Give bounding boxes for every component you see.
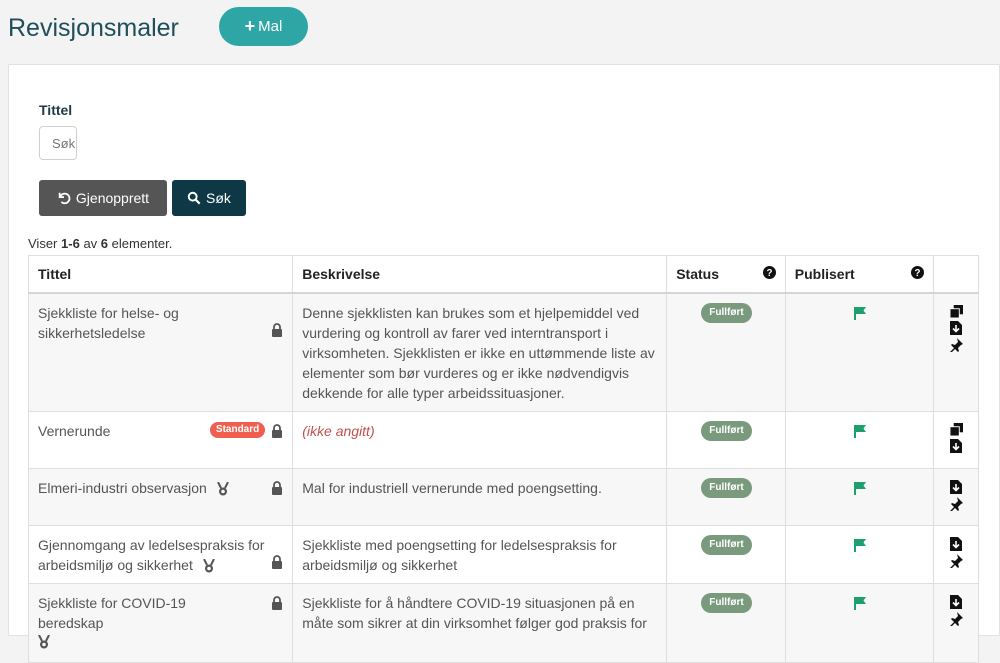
row-actions	[933, 525, 979, 584]
row-status-cell: Fullført	[666, 411, 786, 469]
lock-icon	[272, 555, 283, 569]
help-icon[interactable]: ?	[911, 266, 925, 279]
download-icon[interactable]	[950, 537, 963, 551]
medal-icon	[216, 482, 229, 496]
status-badge: Fullført	[700, 303, 752, 323]
row-actions	[933, 468, 979, 526]
page-title: Revisjonsmaler	[8, 14, 179, 42]
standard-badge: Standard	[209, 422, 266, 438]
status-badge: Fullført	[700, 535, 752, 555]
reset-button[interactable]: Gjenopprett	[39, 180, 167, 216]
row-actions	[933, 292, 979, 412]
row-title[interactable]: Sjekkliste for COVID-19 beredskap	[38, 595, 186, 631]
flag-icon	[853, 597, 866, 610]
download-icon[interactable]	[950, 439, 963, 453]
pin-icon[interactable]	[949, 612, 964, 626]
row-actions	[933, 411, 979, 469]
reset-label: Gjenopprett	[75, 190, 150, 206]
result-count: Viser 1-6 av 6 elementer.	[28, 236, 173, 251]
row-status-cell: Fullført	[666, 292, 786, 412]
medal-icon	[202, 559, 215, 573]
lock-icon	[272, 323, 283, 337]
table-row[interactable]: Vernerunde Standard (ikke angitt) Fullfø…	[27, 411, 979, 469]
pin-icon[interactable]	[949, 497, 964, 511]
templates-table: Tittel Beskrivelse Status ? Publisert ? …	[27, 255, 979, 663]
download-icon[interactable]	[950, 595, 963, 609]
row-actions	[933, 583, 979, 663]
row-title-cell: Sjekkliste for COVID-19 beredskap	[27, 583, 294, 663]
pin-icon[interactable]	[949, 554, 964, 568]
row-published-cell	[784, 411, 935, 469]
svg-text:?: ?	[766, 268, 772, 279]
row-title[interactable]: Gjennomgang av ledelsespraksis for arbei…	[38, 537, 264, 573]
column-title[interactable]: Tittel	[27, 255, 294, 294]
title-filter-label: Tittel	[39, 102, 73, 118]
row-description: (ikke angitt)	[292, 411, 668, 469]
row-title-cell: Sjekkliste for helse- og sikkerhetsledel…	[27, 292, 294, 412]
status-badge: Fullført	[700, 593, 752, 613]
table-row[interactable]: Sjekkliste for COVID-19 beredskap Sjekkl…	[27, 583, 979, 663]
row-title[interactable]: Elmeri-industri observasjon	[38, 480, 207, 496]
row-description: Sjekkliste med poengsetting for ledelses…	[292, 525, 668, 584]
row-title-cell: Vernerunde Standard	[27, 411, 294, 469]
row-title[interactable]: Vernerunde	[38, 423, 110, 439]
table-row[interactable]: Sjekkliste for helse- og sikkerhetsledel…	[27, 292, 979, 412]
search-label: Søk	[206, 190, 231, 206]
row-published-cell	[784, 292, 935, 412]
table-row[interactable]: Elmeri-industri observasjon Mal for indu…	[27, 468, 979, 526]
lock-icon	[272, 596, 283, 610]
status-badge: Fullført	[700, 421, 752, 441]
svg-text:?: ?	[915, 268, 921, 279]
row-title[interactable]: Sjekkliste for helse- og sikkerhetsledel…	[38, 305, 179, 341]
copy-icon[interactable]	[949, 423, 963, 436]
add-template-button[interactable]: + Mal	[219, 7, 308, 46]
search-icon	[187, 191, 201, 205]
row-published-cell	[784, 468, 935, 526]
content-panel: Tittel Gjenopprett Søk Viser 1-6 av 6 el…	[8, 64, 1000, 663]
help-icon[interactable]: ?	[762, 266, 776, 279]
download-icon[interactable]	[950, 480, 963, 494]
copy-icon[interactable]	[949, 305, 963, 318]
column-published[interactable]: Publisert ?	[784, 255, 935, 294]
status-badge: Fullført	[700, 478, 752, 498]
row-published-cell	[784, 583, 935, 663]
flag-icon	[853, 307, 866, 320]
pin-icon[interactable]	[949, 338, 964, 352]
lock-icon	[272, 424, 283, 438]
row-status-cell: Fullført	[666, 583, 786, 663]
row-status-cell: Fullført	[666, 468, 786, 526]
column-description[interactable]: Beskrivelse	[292, 255, 668, 294]
row-description: Sjekkliste for å håndtere COVID-19 situa…	[292, 583, 668, 663]
lock-icon	[272, 481, 283, 495]
row-title-cell: Gjennomgang av ledelsespraksis for arbei…	[27, 525, 294, 584]
flag-icon	[853, 482, 866, 495]
medal-icon	[38, 634, 50, 649]
top-bar: Revisjonsmaler + Mal	[0, 0, 1000, 64]
row-description: Denne sjekklisten kan brukes som et hjel…	[292, 292, 668, 412]
flag-icon	[853, 539, 866, 552]
search-button[interactable]: Søk	[172, 180, 246, 216]
column-actions	[933, 255, 979, 294]
plus-icon: +	[244, 16, 256, 36]
row-title-cell: Elmeri-industri observasjon	[27, 468, 294, 526]
undo-icon	[58, 192, 71, 205]
row-published-cell	[784, 525, 935, 584]
column-status[interactable]: Status ?	[666, 255, 786, 294]
table-row[interactable]: Gjennomgang av ledelsespraksis for arbei…	[27, 525, 979, 584]
flag-icon	[853, 425, 866, 438]
row-description: Mal for industriell vernerunde med poeng…	[292, 468, 668, 526]
add-template-label: Mal	[258, 18, 283, 35]
download-icon[interactable]	[950, 321, 963, 335]
title-filter-input[interactable]	[39, 126, 77, 160]
row-status-cell: Fullført	[666, 525, 786, 584]
table-header-row: Tittel Beskrivelse Status ? Publisert ?	[27, 255, 979, 294]
